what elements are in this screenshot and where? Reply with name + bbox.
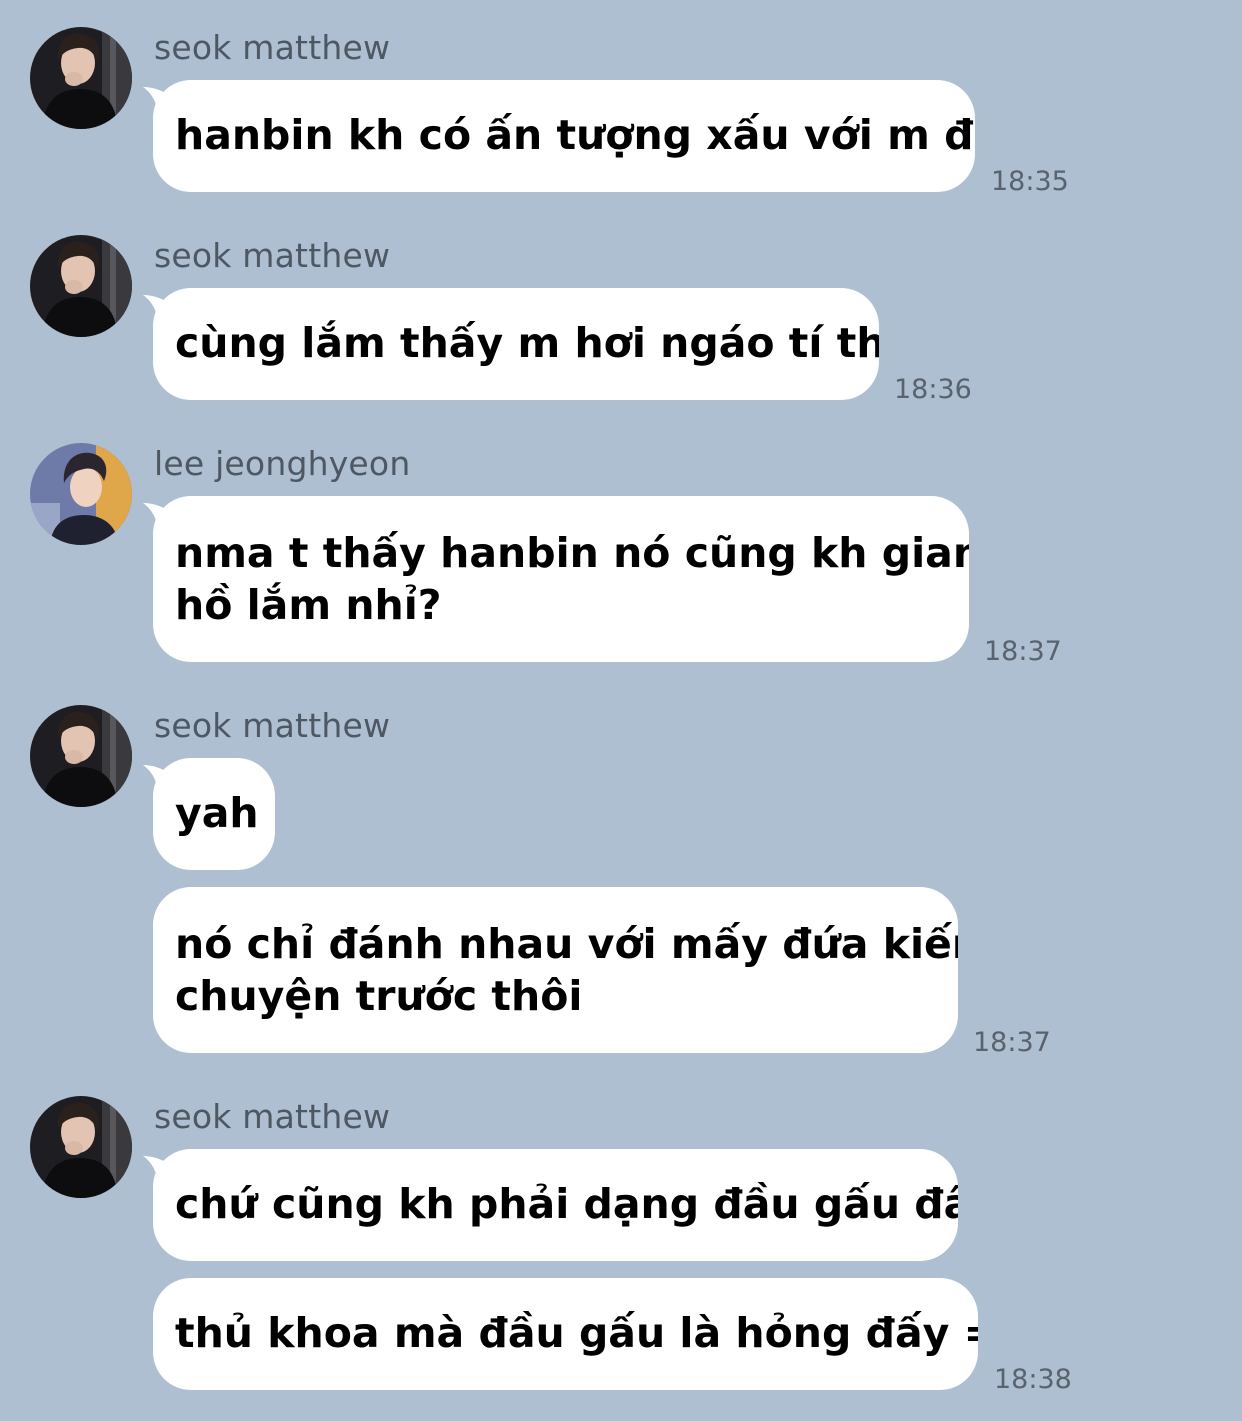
message-text: chứ cũng kh phải dạng đầu gấu đâu xyxy=(175,1180,958,1228)
sender-name: seok matthew xyxy=(154,236,391,275)
message-bubble[interactable]: hanbin kh có ấn tượng xấu với m đâu xyxy=(153,80,975,192)
message-text: yah xyxy=(175,789,259,837)
message-bubble[interactable]: nma t thấy hanbin nó cũng kh giang hồ lắ… xyxy=(153,496,969,662)
message-text: thủ khoa mà đầu gấu là hỏng đấy =)) xyxy=(175,1309,978,1357)
message-text-line: chuyện trước thôi xyxy=(175,972,583,1020)
message-text-line: nó chỉ đánh nhau với mấy đứa kiếm xyxy=(175,920,958,968)
message-bubble[interactable]: nó chỉ đánh nhau với mấy đứa kiếm chuyện… xyxy=(153,887,958,1053)
message-bubble[interactable]: cùng lắm thấy m hơi ngáo tí thôi xyxy=(153,288,879,400)
avatar-lee-jeonghyeon[interactable] xyxy=(30,443,132,545)
message-time: 18:37 xyxy=(973,1027,1051,1058)
message-bubble[interactable]: yah xyxy=(153,758,275,870)
avatar-seok-matthew[interactable] xyxy=(30,235,132,337)
avatar-seok-matthew[interactable] xyxy=(30,27,132,129)
sender-name: seok matthew xyxy=(154,706,391,745)
sender-name: seok matthew xyxy=(154,28,391,67)
message-time: 18:38 xyxy=(994,1364,1072,1395)
avatar-seok-matthew[interactable] xyxy=(30,1096,132,1198)
message-time: 18:36 xyxy=(894,374,972,405)
message-text: cùng lắm thấy m hơi ngáo tí thôi xyxy=(175,319,879,367)
sender-name: seok matthew xyxy=(154,1097,391,1136)
message-bubble[interactable]: thủ khoa mà đầu gấu là hỏng đấy =)) xyxy=(153,1278,978,1390)
sender-name: lee jeonghyeon xyxy=(154,444,411,483)
message-text-line: nma t thấy hanbin nó cũng kh giang xyxy=(175,529,969,577)
avatar-seok-matthew[interactable] xyxy=(30,705,132,807)
message-text: hanbin kh có ấn tượng xấu với m đâu xyxy=(175,111,975,159)
message-text-line: hồ lắm nhỉ? xyxy=(175,581,442,629)
message-time: 18:35 xyxy=(991,166,1069,197)
message-bubble[interactable]: chứ cũng kh phải dạng đầu gấu đâu xyxy=(153,1149,958,1261)
message-time: 18:37 xyxy=(984,636,1062,667)
